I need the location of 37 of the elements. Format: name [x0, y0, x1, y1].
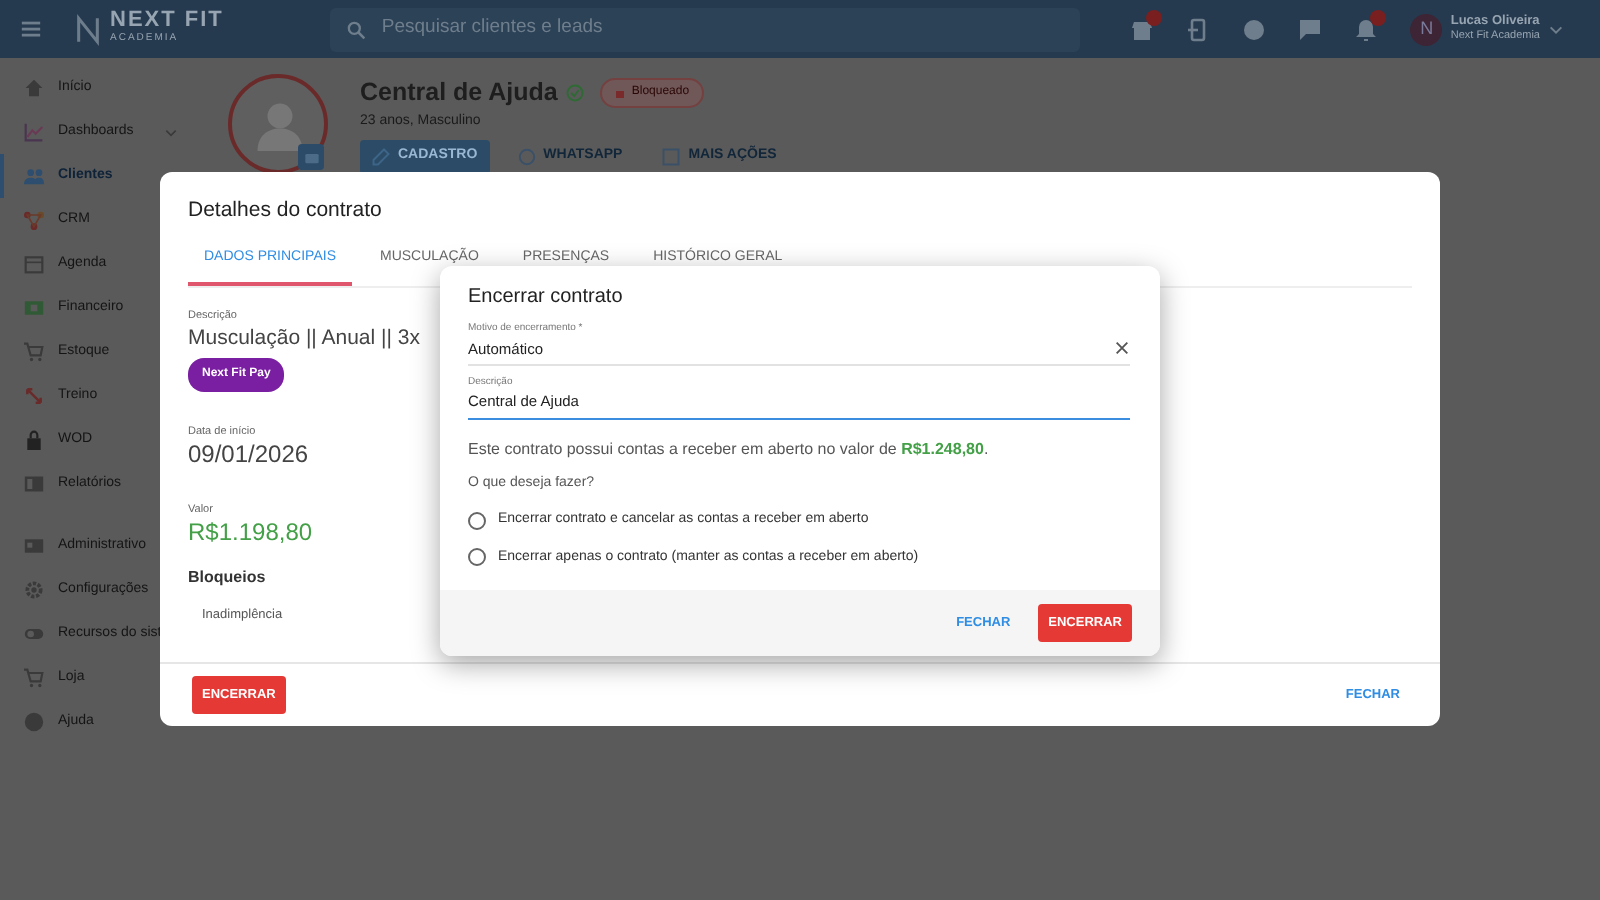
search-field[interactable]: Pesquisar clientes e leads: [329, 7, 1080, 51]
bell-icon[interactable]: [1354, 17, 1379, 41]
store-icon[interactable]: [1130, 17, 1155, 41]
client-name: Central de Ajuda: [360, 76, 558, 110]
arrows-icon: [24, 386, 44, 406]
id-card-icon: [24, 536, 44, 556]
close-icon[interactable]: [1114, 340, 1130, 357]
chart-icon: [24, 122, 44, 142]
cart-icon: [24, 668, 44, 688]
edit-icon: [372, 148, 390, 166]
modal-title: Detalhes do contrato: [186, 196, 384, 226]
chevron-down-icon: [163, 125, 178, 139]
dialog-title: Encerrar contrato: [468, 284, 625, 312]
logo-icon: [74, 13, 102, 45]
section-title: Bloqueios: [188, 566, 266, 591]
gear-icon: [24, 580, 44, 600]
calendar-icon: [24, 254, 44, 274]
verified-icon: [565, 83, 584, 102]
start-date-value: 09/01/2026: [188, 440, 309, 470]
dialog-message: Este contrato possui contas a receber em aberto no valor de R$1.248,80.: [468, 437, 991, 461]
notification-dot: [1146, 9, 1163, 25]
people-icon: [24, 166, 44, 186]
report-icon: [24, 474, 44, 494]
exit-icon[interactable]: [1186, 17, 1211, 41]
notification-dot: [1370, 9, 1387, 25]
toggle-icon: [24, 624, 44, 644]
network-icon: [24, 210, 44, 230]
user-avatar[interactable]: N: [1410, 13, 1443, 45]
menu-icon[interactable]: [20, 18, 42, 40]
chevron-down-icon[interactable]: [1548, 21, 1564, 37]
logo-text: NEXT FIT: [110, 10, 224, 33]
home-icon: [24, 78, 44, 98]
cart-icon: [24, 342, 44, 362]
search-icon: [345, 19, 366, 39]
price-value: R$1.198,80: [188, 517, 313, 547]
description-value: Musculação || Anual || 3x: [188, 325, 420, 351]
money-icon: [24, 298, 44, 318]
